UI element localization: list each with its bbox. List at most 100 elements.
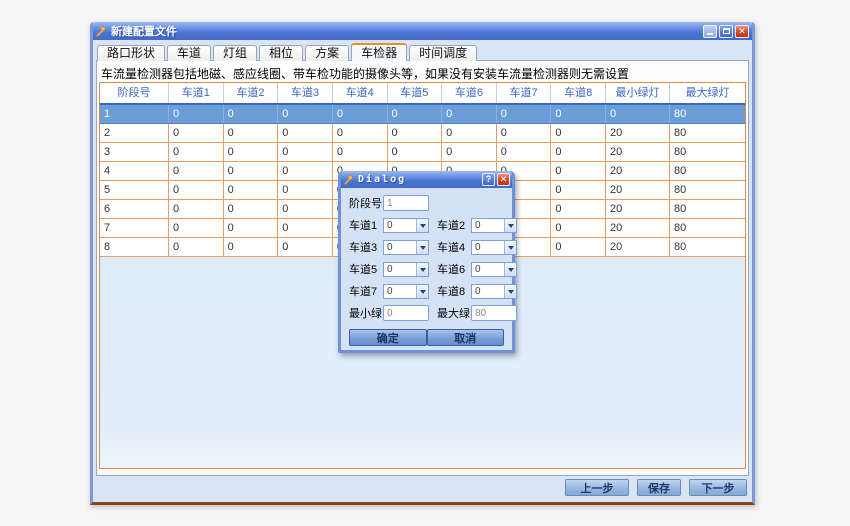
table-cell: 6 <box>100 200 168 218</box>
lane-group-5: 车道50 <box>349 261 429 277</box>
lane-grid: 车道10车道20车道30车道40车道50车道60车道70车道80 <box>349 217 504 299</box>
table-cell: 0 <box>223 105 278 123</box>
table-cell: 0 <box>277 143 332 161</box>
lane-select-7[interactable]: 0 <box>383 284 429 299</box>
dialog-controls: ? ✕ <box>482 173 510 186</box>
table-cell: 20 <box>605 181 669 199</box>
previous-step-button[interactable]: 上一步 <box>565 479 629 496</box>
table-cell: 0 <box>387 143 442 161</box>
lane-group-7: 车道70 <box>349 283 429 299</box>
table-cell: 0 <box>223 238 278 256</box>
table-cell: 0 <box>277 219 332 237</box>
chevron-down-icon[interactable] <box>416 285 428 298</box>
close-button[interactable]: ✕ <box>735 25 749 38</box>
lane-label: 车道2 <box>437 217 471 233</box>
dialog-buttons: 确定 取消 <box>349 329 504 346</box>
chevron-down-icon[interactable] <box>416 263 428 276</box>
dialog-close-button[interactable]: ✕ <box>497 173 510 186</box>
dialog-icon <box>344 174 355 185</box>
chevron-down-icon[interactable] <box>504 241 516 254</box>
maximize-icon <box>723 28 730 34</box>
table-cell: 20 <box>605 162 669 180</box>
lane-select-1[interactable]: 0 <box>383 218 429 233</box>
column-header: 车道1 <box>168 83 223 103</box>
tab-1[interactable]: 路口形状 <box>97 45 165 61</box>
chevron-down-icon[interactable] <box>504 263 516 276</box>
lane-select-3[interactable]: 0 <box>383 240 429 255</box>
phase-label: 阶段号 <box>349 195 383 211</box>
tab-5[interactable]: 方案 <box>305 45 349 61</box>
table-cell: 5 <box>100 181 168 199</box>
table-cell: 0 <box>223 181 278 199</box>
help-button[interactable]: ? <box>482 173 495 186</box>
app-icon <box>96 25 108 37</box>
max-green-input[interactable] <box>471 305 517 321</box>
table-cell: 0 <box>168 200 223 218</box>
table-cell: 1 <box>100 105 168 123</box>
lane-select-value: 0 <box>384 219 416 232</box>
lane-select-value: 0 <box>472 285 504 298</box>
table-cell: 0 <box>550 200 605 218</box>
table-cell: 80 <box>669 200 745 218</box>
tab-6[interactable]: 车检器 <box>351 43 407 61</box>
chevron-down-icon[interactable] <box>416 241 428 254</box>
table-cell: 0 <box>605 105 669 123</box>
lane-select-6[interactable]: 0 <box>471 262 517 277</box>
table-cell: 80 <box>669 162 745 180</box>
lane-select-value: 0 <box>472 219 504 232</box>
table-cell: 0 <box>550 105 605 123</box>
table-cell: 0 <box>332 105 387 123</box>
table-cell: 80 <box>669 105 745 123</box>
table-cell: 0 <box>496 105 551 123</box>
lane-select-5[interactable]: 0 <box>383 262 429 277</box>
save-button[interactable]: 保存 <box>637 479 681 496</box>
lane-select-2[interactable]: 0 <box>471 218 517 233</box>
lane-group-1: 车道10 <box>349 217 429 233</box>
chevron-down-icon[interactable] <box>416 219 428 232</box>
window-titlebar[interactable]: 新建配置文件 ✕ <box>93 22 752 40</box>
phase-input[interactable] <box>383 195 429 211</box>
column-header: 车道7 <box>496 83 551 103</box>
dialog-title: Dialog <box>358 174 479 185</box>
table-cell: 0 <box>168 105 223 123</box>
table-row[interactable]: 3000000002080 <box>100 143 745 162</box>
lane-select-8[interactable]: 0 <box>471 284 517 299</box>
table-cell: 0 <box>168 219 223 237</box>
min-green-input[interactable] <box>383 305 429 321</box>
column-header: 车道5 <box>387 83 442 103</box>
table-cell: 80 <box>669 181 745 199</box>
table-header-row: 阶段号车道1车道2车道3车道4车道5车道6车道7车道8最小绿灯最大绿灯 <box>100 83 745 105</box>
table-cell: 0 <box>223 200 278 218</box>
next-step-button[interactable]: 下一步 <box>689 479 747 496</box>
chevron-down-icon[interactable] <box>504 219 516 232</box>
lane-select-value: 0 <box>472 263 504 276</box>
table-cell: 0 <box>277 238 332 256</box>
column-header: 车道3 <box>277 83 332 103</box>
lane-select-4[interactable]: 0 <box>471 240 517 255</box>
table-cell: 0 <box>496 143 551 161</box>
tab-4[interactable]: 相位 <box>259 45 303 61</box>
table-cell: 0 <box>277 181 332 199</box>
lane-label: 车道6 <box>437 261 471 277</box>
table-cell: 0 <box>550 219 605 237</box>
minimize-button[interactable] <box>703 25 717 38</box>
phase-row: 阶段号 <box>349 195 504 211</box>
tab-2[interactable]: 车道 <box>167 45 211 61</box>
table-row[interactable]: 100000000080 <box>100 105 745 124</box>
maximize-button[interactable] <box>719 25 733 38</box>
lane-label: 车道5 <box>349 261 383 277</box>
tab-7[interactable]: 时间调度 <box>409 45 477 61</box>
table-cell: 0 <box>332 124 387 142</box>
dialog-titlebar[interactable]: Dialog ? ✕ <box>341 171 512 188</box>
table-cell: 2 <box>100 124 168 142</box>
table-cell: 20 <box>605 219 669 237</box>
table-cell: 0 <box>277 105 332 123</box>
ok-button[interactable]: 确定 <box>349 329 427 346</box>
table-row[interactable]: 2000000002080 <box>100 124 745 143</box>
tab-3[interactable]: 灯组 <box>213 45 257 61</box>
column-header: 车道4 <box>332 83 387 103</box>
lane-group-2: 车道20 <box>437 217 517 233</box>
green-row: 最小绿 最大绿 <box>349 305 504 321</box>
chevron-down-icon[interactable] <box>504 285 516 298</box>
cancel-button[interactable]: 取消 <box>427 329 505 346</box>
